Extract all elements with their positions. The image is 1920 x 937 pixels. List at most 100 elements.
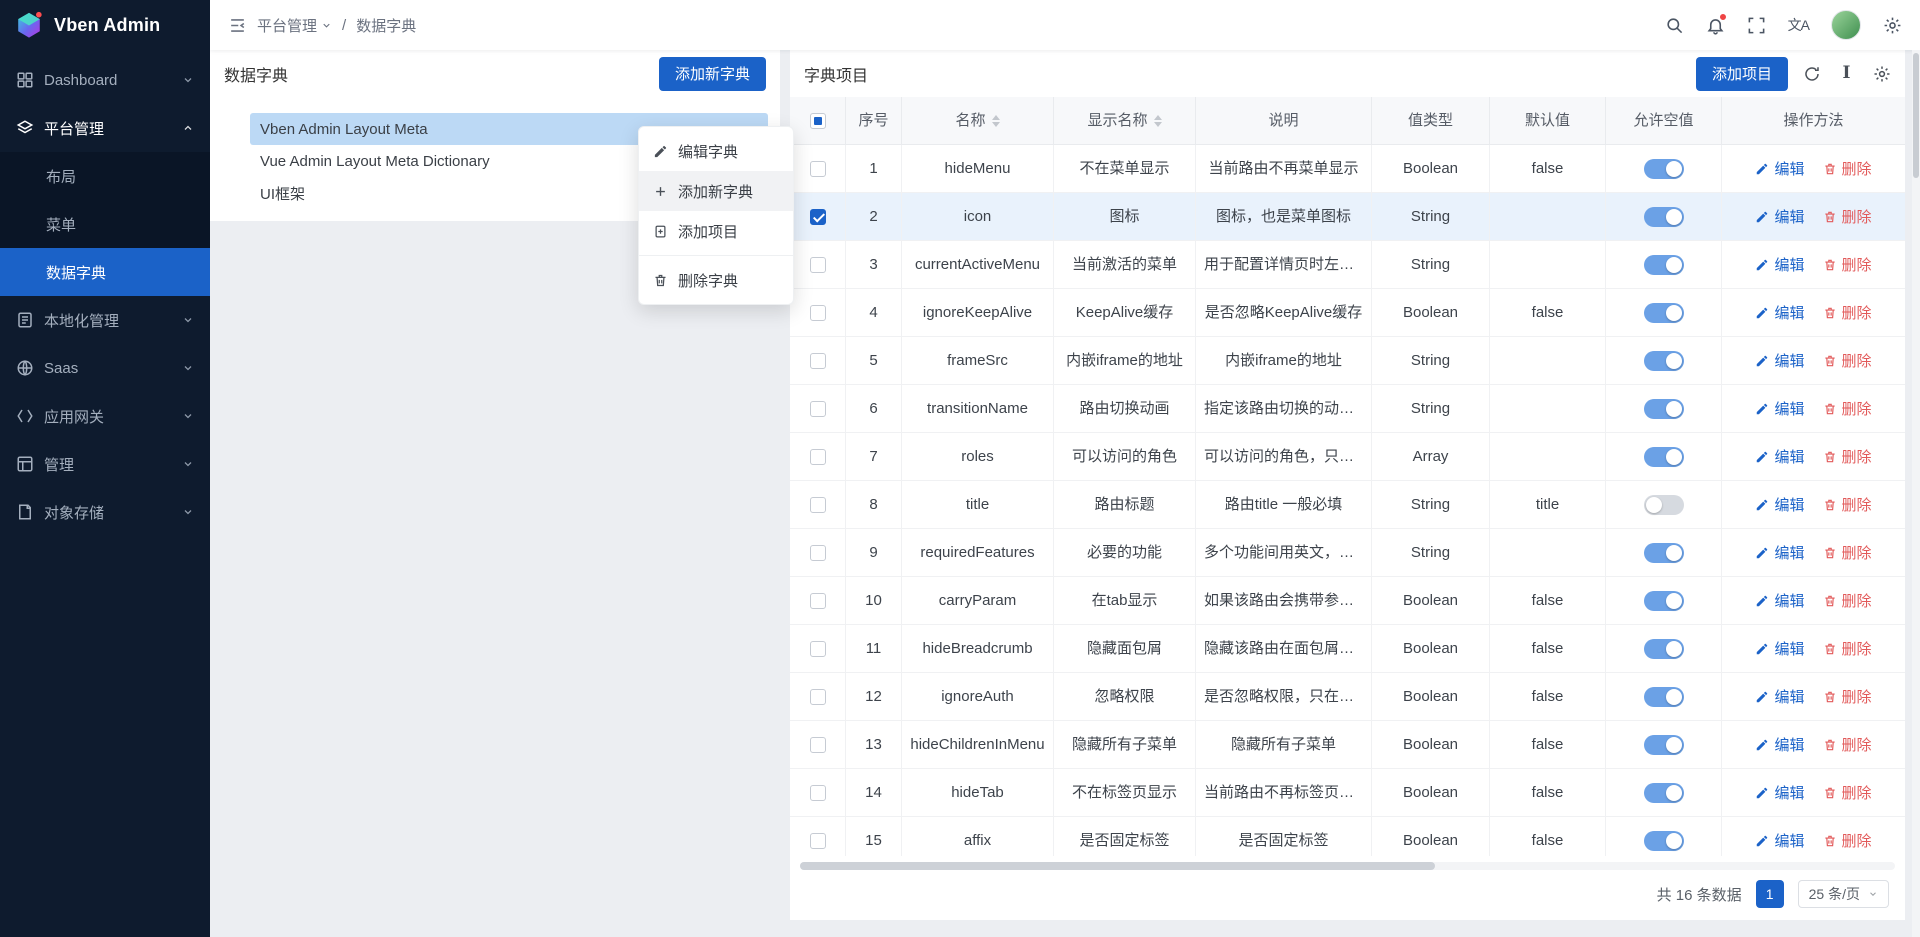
fullscreen-icon[interactable] [1747,16,1766,35]
allow-null-toggle[interactable] [1644,639,1684,659]
edit-button[interactable]: 编辑 [1755,542,1804,563]
delete-button[interactable]: 删除 [1823,734,1872,755]
context-menu-item-add-dictionary[interactable]: 添加新字典 [639,171,793,211]
edit-button[interactable]: 编辑 [1755,590,1804,611]
context-menu-item-edit-dictionary[interactable]: 编辑字典 [639,131,793,171]
allow-null-toggle[interactable] [1644,207,1684,227]
notifications-button[interactable] [1706,16,1725,35]
edit-button[interactable]: 编辑 [1755,254,1804,275]
sidebar-item-app-gateway[interactable]: 应用网关 [0,392,210,440]
sidebar-item-layout[interactable]: 布局 [0,152,210,200]
allow-null-toggle[interactable] [1644,831,1684,851]
row-checkbox[interactable] [810,641,826,657]
context-menu-item-add-item[interactable]: 添加项目 [639,211,793,251]
delete-button[interactable]: 删除 [1823,782,1872,803]
allow-null-toggle[interactable] [1644,255,1684,275]
edit-button[interactable]: 编辑 [1755,350,1804,371]
row-checkbox[interactable] [810,257,826,273]
row-checkbox[interactable] [810,497,826,513]
sidebar-item-menu[interactable]: 菜单 [0,200,210,248]
allow-null-toggle[interactable] [1644,591,1684,611]
row-checkbox[interactable] [810,833,826,849]
allow-null-toggle[interactable] [1644,783,1684,803]
allow-null-toggle[interactable] [1644,399,1684,419]
gear-icon[interactable] [1872,64,1891,83]
sidebar-item-localization[interactable]: 本地化管理 [0,296,210,344]
allow-null-toggle[interactable] [1644,303,1684,323]
edit-button[interactable]: 编辑 [1755,398,1804,419]
edit-button[interactable]: 编辑 [1755,782,1804,803]
logo[interactable]: Vben Admin [0,0,210,50]
row-checkbox[interactable] [810,545,826,561]
row-checkbox[interactable] [810,401,826,417]
page-size-select[interactable]: 25 条/页 [1798,880,1889,908]
row-checkbox[interactable] [810,161,826,177]
row-checkbox[interactable] [810,353,826,369]
delete-button[interactable]: 删除 [1823,158,1872,179]
edit-button[interactable]: 编辑 [1755,158,1804,179]
sort-icon[interactable] [1154,115,1162,127]
scrollbar-thumb[interactable] [1913,53,1919,178]
vertical-scrollbar[interactable] [1912,50,1920,937]
add-item-button[interactable]: 添加项目 [1696,57,1788,91]
gear-icon[interactable] [1883,16,1902,35]
delete-button[interactable]: 删除 [1823,830,1872,851]
row-checkbox[interactable] [810,593,826,609]
row-checkbox[interactable] [810,785,826,801]
allow-null-toggle[interactable] [1644,543,1684,563]
delete-button[interactable]: 删除 [1823,542,1872,563]
row-checkbox[interactable] [810,209,826,225]
delete-button[interactable]: 删除 [1823,350,1872,371]
delete-button[interactable]: 删除 [1823,638,1872,659]
delete-button[interactable]: 删除 [1823,494,1872,515]
sidebar-item-saas[interactable]: Saas [0,344,210,392]
delete-button[interactable]: 删除 [1823,398,1872,419]
edit-button[interactable]: 编辑 [1755,494,1804,515]
edit-button[interactable]: 编辑 [1755,686,1804,707]
avatar[interactable] [1831,10,1861,40]
edit-button[interactable]: 编辑 [1755,302,1804,323]
page-number-button[interactable]: 1 [1756,880,1784,908]
sidebar-item-data-dictionary[interactable]: 数据字典 [0,248,210,296]
delete-button[interactable]: 删除 [1823,302,1872,323]
sort-icon[interactable] [992,115,1000,127]
menu-fold-icon[interactable] [228,16,247,35]
allow-null-toggle[interactable] [1644,735,1684,755]
select-all-checkbox[interactable] [810,113,826,129]
context-menu-item-delete-dictionary[interactable]: 删除字典 [639,260,793,300]
sidebar-item-dashboard[interactable]: Dashboard [0,56,210,104]
delete-button[interactable]: 删除 [1823,446,1872,467]
edit-button[interactable]: 编辑 [1755,734,1804,755]
row-checkbox[interactable] [810,689,826,705]
allow-null-toggle[interactable] [1644,687,1684,707]
sidebar-item-object-storage[interactable]: 对象存储 [0,488,210,536]
row-checkbox[interactable] [810,449,826,465]
column-header-name[interactable]: 名称 [902,97,1054,145]
allow-null-toggle[interactable] [1644,351,1684,371]
edit-button[interactable]: 编辑 [1755,830,1804,851]
delete-button[interactable]: 删除 [1823,206,1872,227]
allow-null-toggle[interactable] [1644,159,1684,179]
horizontal-scrollbar[interactable] [800,862,1895,870]
allow-null-toggle[interactable] [1644,447,1684,467]
row-checkbox[interactable] [810,305,826,321]
translate-icon[interactable]: 文A [1788,15,1809,35]
search-icon[interactable] [1665,16,1684,35]
allow-null-toggle[interactable] [1644,495,1684,515]
sidebar-item-management[interactable]: 管理 [0,440,210,488]
delete-button[interactable]: 删除 [1823,686,1872,707]
edit-button[interactable]: 编辑 [1755,206,1804,227]
delete-button[interactable]: 删除 [1823,590,1872,611]
seq-cell: 3 [846,241,902,289]
column-header-display-name[interactable]: 显示名称 [1054,97,1196,145]
breadcrumb-item-platform[interactable]: 平台管理 [257,15,332,36]
delete-button[interactable]: 删除 [1823,254,1872,275]
column-height-icon[interactable]: I [1837,64,1856,83]
row-checkbox[interactable] [810,737,826,753]
scrollbar-thumb[interactable] [800,862,1435,870]
edit-button[interactable]: 编辑 [1755,446,1804,467]
refresh-icon[interactable] [1802,64,1821,83]
add-dictionary-button[interactable]: 添加新字典 [659,57,766,91]
edit-button[interactable]: 编辑 [1755,638,1804,659]
sidebar-item-platform-management[interactable]: 平台管理 [0,104,210,152]
